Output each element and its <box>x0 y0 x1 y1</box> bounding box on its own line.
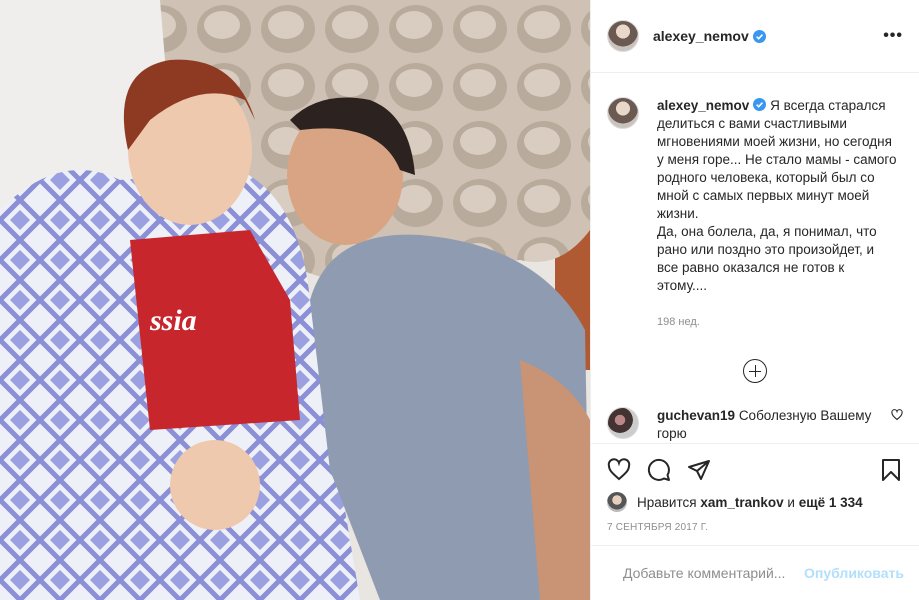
paper-plane-icon[interactable] <box>687 458 711 482</box>
likes-user[interactable]: xam_trankov <box>700 495 783 510</box>
more-horizontal-icon[interactable]: ••• <box>883 27 903 45</box>
comment-bubble-icon[interactable] <box>647 458 671 482</box>
post-caption: alexey_nemov Я всегда старался делиться … <box>607 73 903 331</box>
caption-text: Я всегда старался делиться с вами счастл… <box>657 98 897 293</box>
plus-circle-icon[interactable] <box>743 359 767 383</box>
caption-body: alexey_nemov Я всегда старался делиться … <box>657 97 897 331</box>
comment-username[interactable]: guchevan19 <box>657 408 735 423</box>
comment-item: guchevan19 Соболезную Вашему горю <box>607 407 903 443</box>
post-actions: Нравится xam_trankov и ещё 1 334 7 СЕНТЯ… <box>591 443 919 545</box>
post-photo[interactable]: ssia <box>0 0 590 600</box>
post-date[interactable]: 7 СЕНТЯБРЯ 2017 Г. <box>607 522 903 533</box>
caption-author-avatar[interactable] <box>607 97 639 129</box>
publish-comment-button[interactable]: Опубликовать <box>804 565 904 581</box>
commenter-avatar[interactable] <box>607 407 639 439</box>
comment-input[interactable] <box>623 565 804 581</box>
likes-and: и <box>787 494 795 510</box>
add-comment-bar: Опубликовать <box>591 545 919 600</box>
heart-icon[interactable] <box>607 458 631 482</box>
author-username[interactable]: alexey_nemov <box>653 28 749 44</box>
load-more-comments <box>607 359 903 383</box>
bookmark-icon[interactable] <box>879 458 903 482</box>
comment-body: guchevan19 Соболезную Вашему горю <box>657 407 877 443</box>
svg-text:ssia: ssia <box>149 304 197 337</box>
caption-timestamp[interactable]: 198 нед. <box>657 313 897 331</box>
action-icons <box>607 454 903 486</box>
verified-badge-icon <box>752 29 766 43</box>
likes-summary: Нравится xam_trankov и ещё 1 334 <box>607 492 903 512</box>
verified-badge-icon <box>753 98 767 111</box>
post-header: alexey_nemov ••• <box>591 0 919 73</box>
instagram-post: ssia alexey_nemov ••• alexey_nemov Я все… <box>0 0 919 600</box>
post-image: ssia <box>0 0 590 600</box>
likes-prefix: Нравится <box>637 494 697 510</box>
post-side-panel: alexey_nemov ••• alexey_nemov Я всегда с… <box>590 0 919 600</box>
comments-section: alexey_nemov Я всегда старался делиться … <box>591 73 919 443</box>
likes-count[interactable]: ещё 1 334 <box>799 495 863 510</box>
comment-heart-icon[interactable] <box>891 409 903 421</box>
caption-username[interactable]: alexey_nemov <box>657 98 749 113</box>
author-avatar[interactable] <box>607 20 639 52</box>
liker-avatar <box>607 492 627 512</box>
